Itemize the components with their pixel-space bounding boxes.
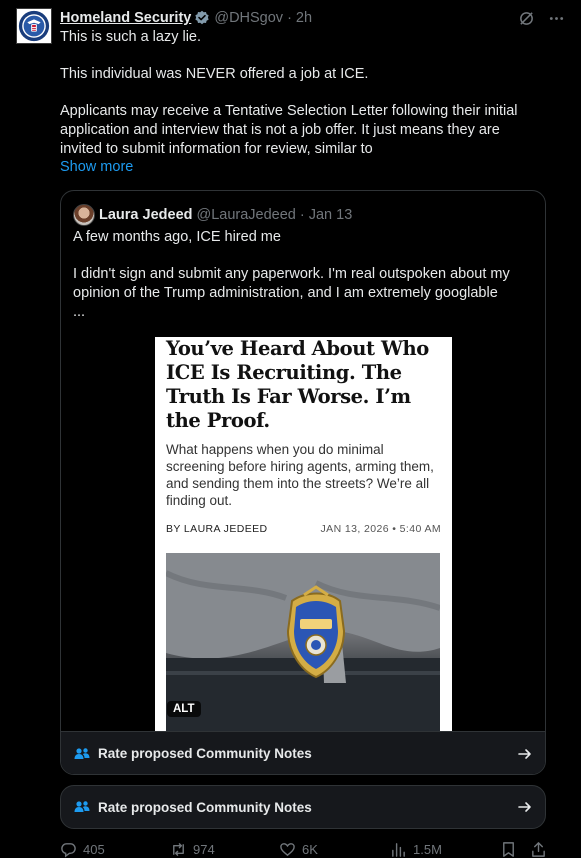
repost-count: 974 xyxy=(193,841,215,857)
ice-badge-photo xyxy=(166,553,440,732)
reply-button[interactable]: 405 xyxy=(60,841,105,858)
post-paragraph: This is such a lazy lie. xyxy=(60,29,202,45)
views-icon xyxy=(392,842,405,857)
alt-text-badge[interactable]: ALT xyxy=(167,701,201,717)
heart-icon xyxy=(280,842,295,856)
separator-dot: · xyxy=(299,207,305,223)
quoted-post[interactable]: Laura Jedeed @LauraJedeed · Jan 13 A few… xyxy=(60,190,546,775)
quoted-post-text: A few months ago, ICE hired me I didn't … xyxy=(73,228,535,340)
quoted-post-date[interactable]: Jan 13 xyxy=(309,207,353,223)
quoted-paragraph: I didn't sign and submit any paperwork. … xyxy=(73,266,510,301)
post-header: Homeland Security @DHSgov · 2h xyxy=(60,8,565,28)
more-icon[interactable] xyxy=(547,9,565,27)
post-time[interactable]: 2h xyxy=(296,10,312,26)
article-date: JAN 13, 2026 • 5:40 AM xyxy=(320,523,441,535)
verified-badge-icon xyxy=(194,10,210,26)
community-notes-icon xyxy=(73,798,91,816)
arrow-right-icon xyxy=(517,746,533,762)
article-dek: What happens when you do minimal screeni… xyxy=(166,442,434,508)
show-more-link[interactable]: Show more xyxy=(60,159,133,175)
article-byline: BY LAURA JEDEED xyxy=(166,523,268,535)
quoted-community-notes-bar[interactable]: Rate proposed Community Notes xyxy=(61,731,545,774)
post-paragraph: This individual was NEVER offered a job … xyxy=(60,66,369,82)
separator-dot: · xyxy=(287,10,292,26)
repost-icon xyxy=(173,842,184,856)
views-count: 1.5M xyxy=(413,841,442,857)
community-notes-bar[interactable]: Rate proposed Community Notes xyxy=(60,785,546,829)
post-text: This is such a lazy lie. This individual… xyxy=(60,28,540,159)
quoted-post-header: Laura Jedeed @LauraJedeed · Jan 13 xyxy=(73,204,352,226)
article-photo xyxy=(166,553,440,732)
like-button[interactable]: 6K xyxy=(279,841,318,858)
bookmark-button[interactable] xyxy=(500,841,517,858)
community-notes-icon xyxy=(73,745,91,763)
author-handle[interactable]: @DHSgov xyxy=(214,10,283,26)
community-notes-label: Rate proposed Community Notes xyxy=(98,746,312,761)
quoted-paragraph: A few months ago, ICE hired me xyxy=(73,229,281,245)
share-button[interactable] xyxy=(530,841,547,858)
quoted-author-avatar[interactable] xyxy=(73,204,95,226)
quoted-author-name[interactable]: Laura Jedeed xyxy=(99,207,193,223)
post-paragraph: Applicants may receive a Tentative Selec… xyxy=(60,103,518,157)
views-button[interactable]: 1.5M xyxy=(390,841,442,858)
dhs-seal-icon xyxy=(18,10,50,42)
grok-icon[interactable] xyxy=(517,9,535,27)
community-notes-label: Rate proposed Community Notes xyxy=(98,799,312,815)
post-actions: 405 974 6K 1.5M xyxy=(60,838,550,858)
arrow-right-icon xyxy=(517,799,533,815)
bookmark-icon xyxy=(503,841,514,857)
share-icon xyxy=(532,841,545,857)
like-count: 6K xyxy=(302,841,318,857)
quoted-paragraph: ... xyxy=(73,304,86,320)
article-image[interactable]: You’ve Heard About Who ICE Is Recruiting… xyxy=(155,337,452,732)
reply-count: 405 xyxy=(83,841,105,857)
author-name[interactable]: Homeland Security xyxy=(60,10,191,26)
author-avatar[interactable] xyxy=(16,8,52,44)
quoted-author-handle[interactable]: @LauraJedeed xyxy=(197,207,296,223)
header-actions xyxy=(517,9,565,27)
reply-icon xyxy=(61,842,76,858)
article-headline: You’ve Heard About Who ICE Is Recruiting… xyxy=(166,337,429,432)
repost-button[interactable]: 974 xyxy=(170,841,215,858)
